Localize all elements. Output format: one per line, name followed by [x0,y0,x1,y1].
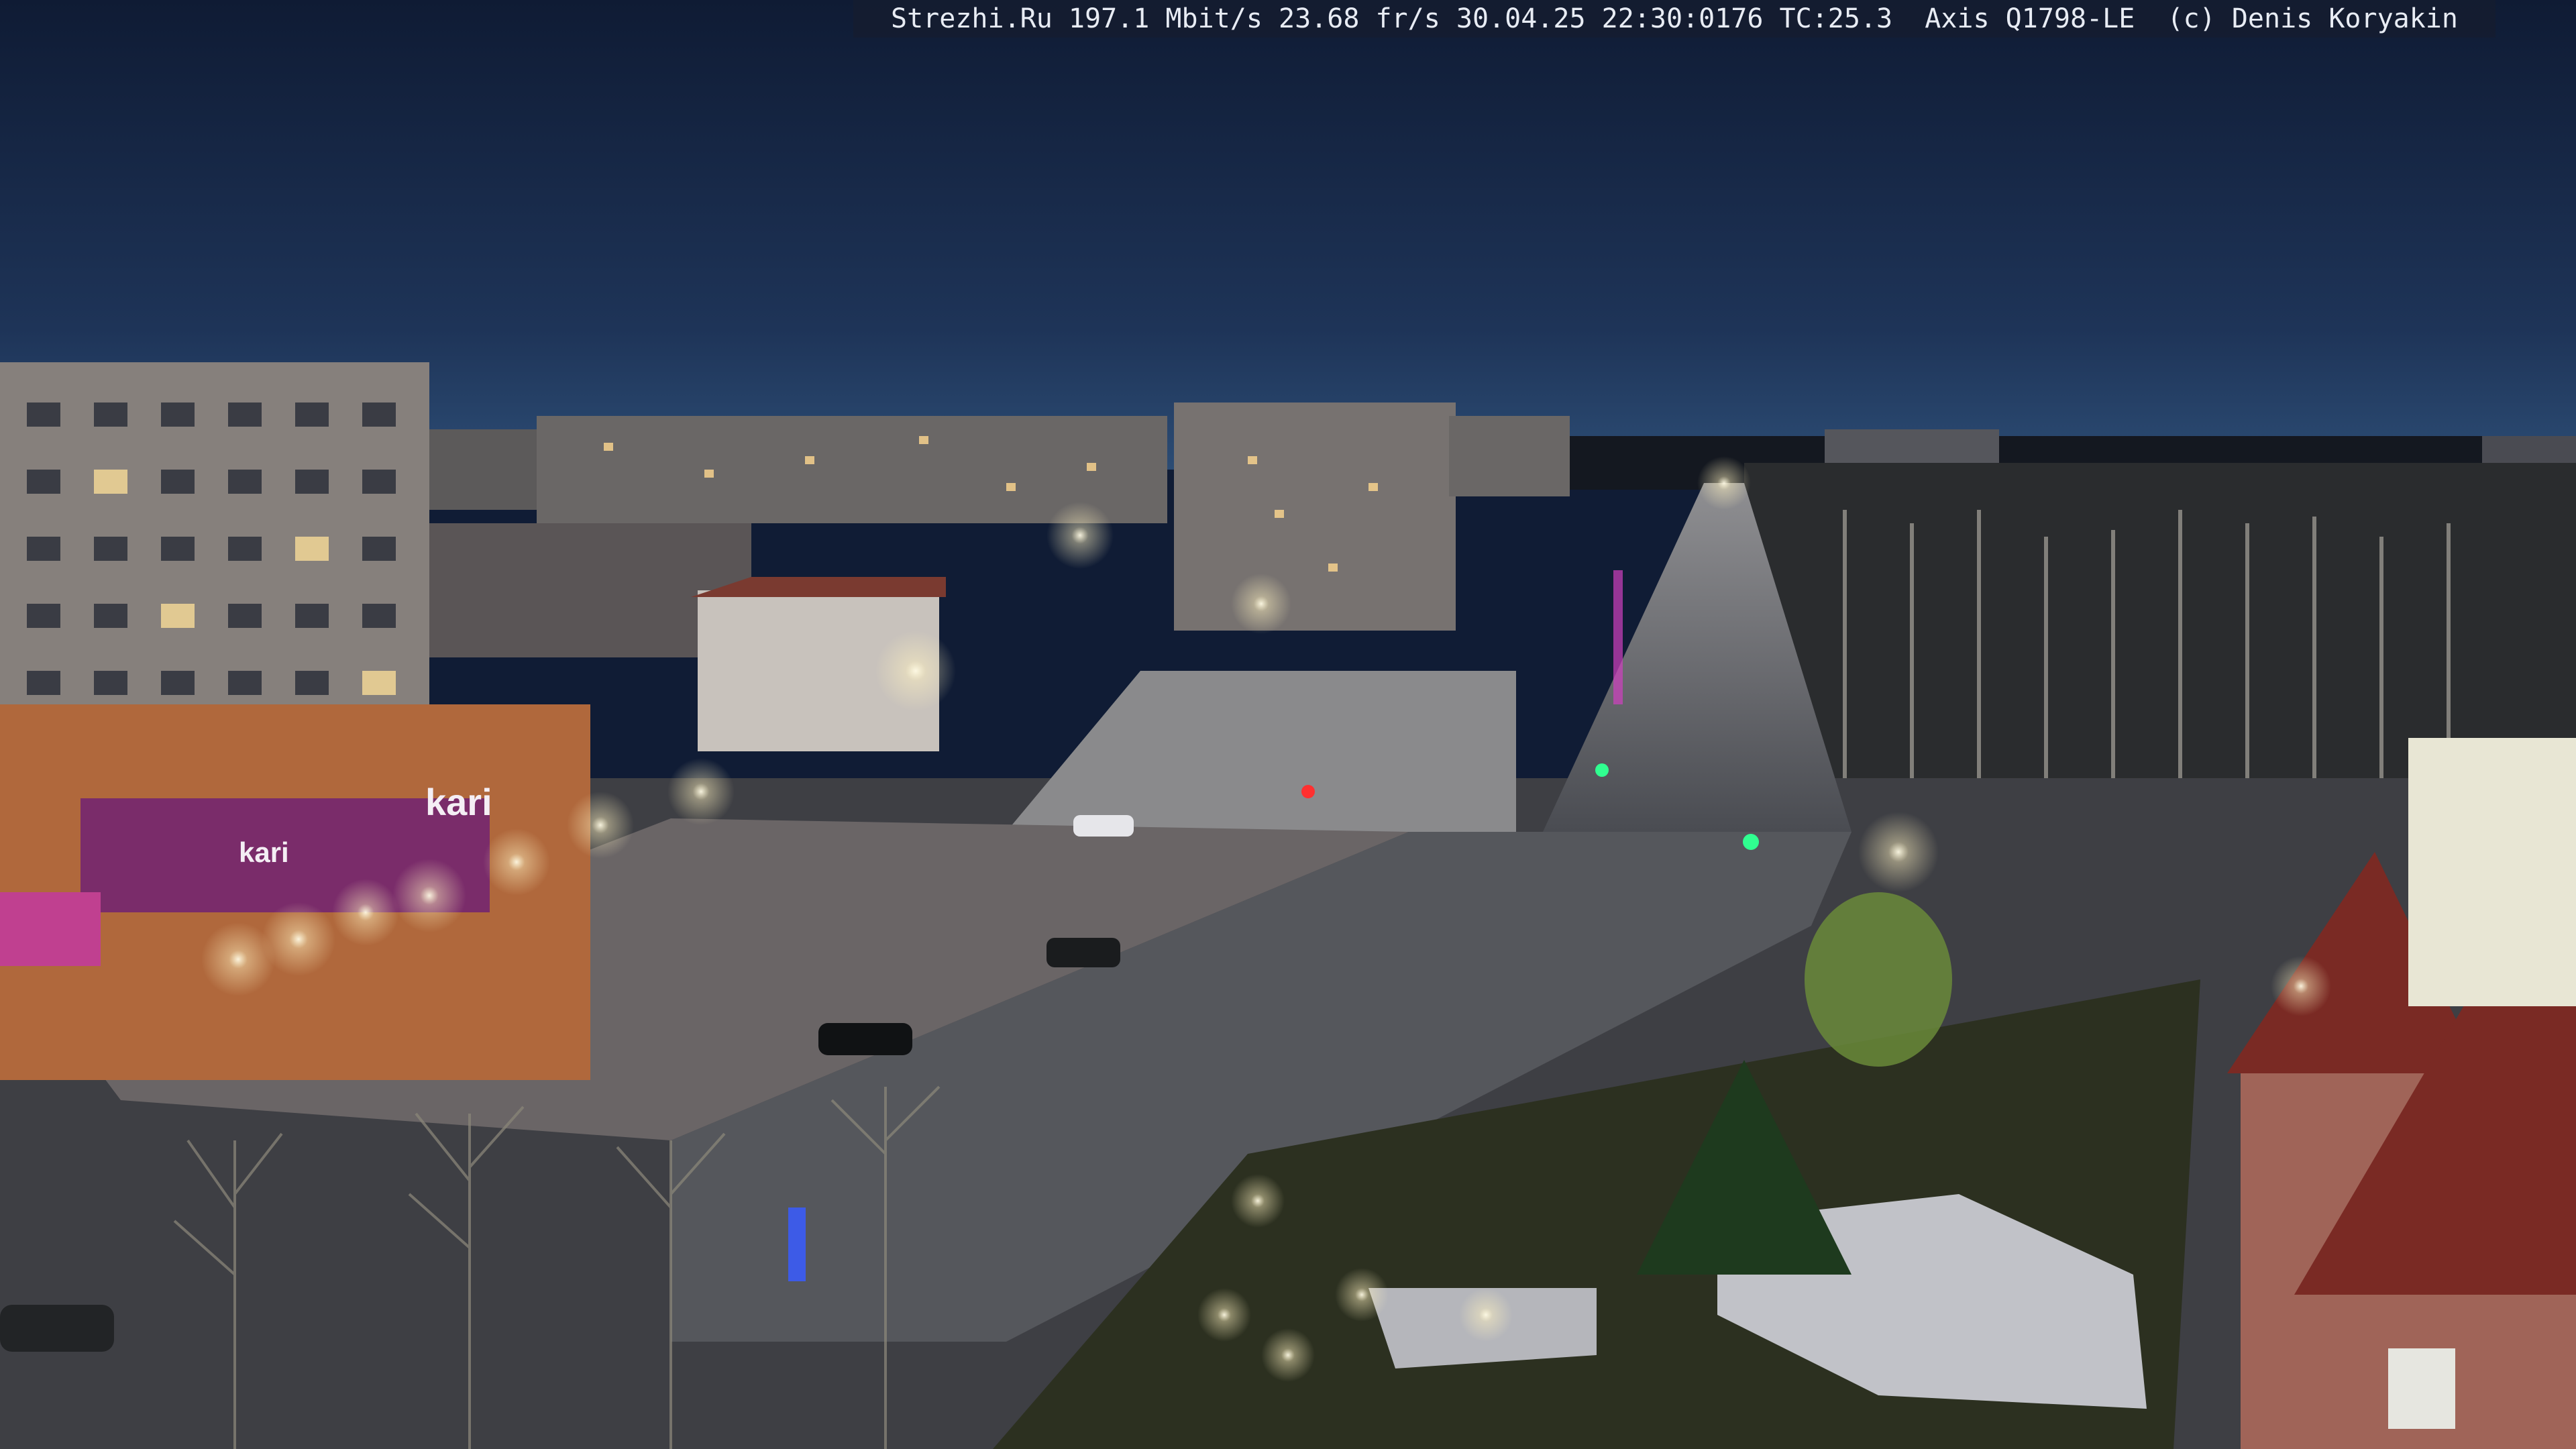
traffic-light-red [1301,785,1315,798]
traffic-light-green-2 [1595,763,1609,777]
shopping-center [0,704,590,1080]
right-lit-building [2408,738,2576,1006]
traffic-light-green [1743,834,1759,850]
store-sign: kari [425,781,492,823]
camera-info-caption: Strezhi.Ru 197.1 Mbit/s 23.68 fr/s 30.04… [853,0,2496,38]
leafy-tree [1805,892,1952,1067]
webcam-scene: kari kari [0,0,2576,1449]
car-white [1073,815,1134,837]
car-black [818,1023,912,1055]
car-dark [1046,938,1120,967]
car-parked-left [0,1305,114,1352]
neon-pole-decoration [788,1208,806,1281]
store-sign-small: kari [239,837,289,868]
neon-avenue-lights [1613,570,1623,704]
central-square [1006,671,1516,832]
